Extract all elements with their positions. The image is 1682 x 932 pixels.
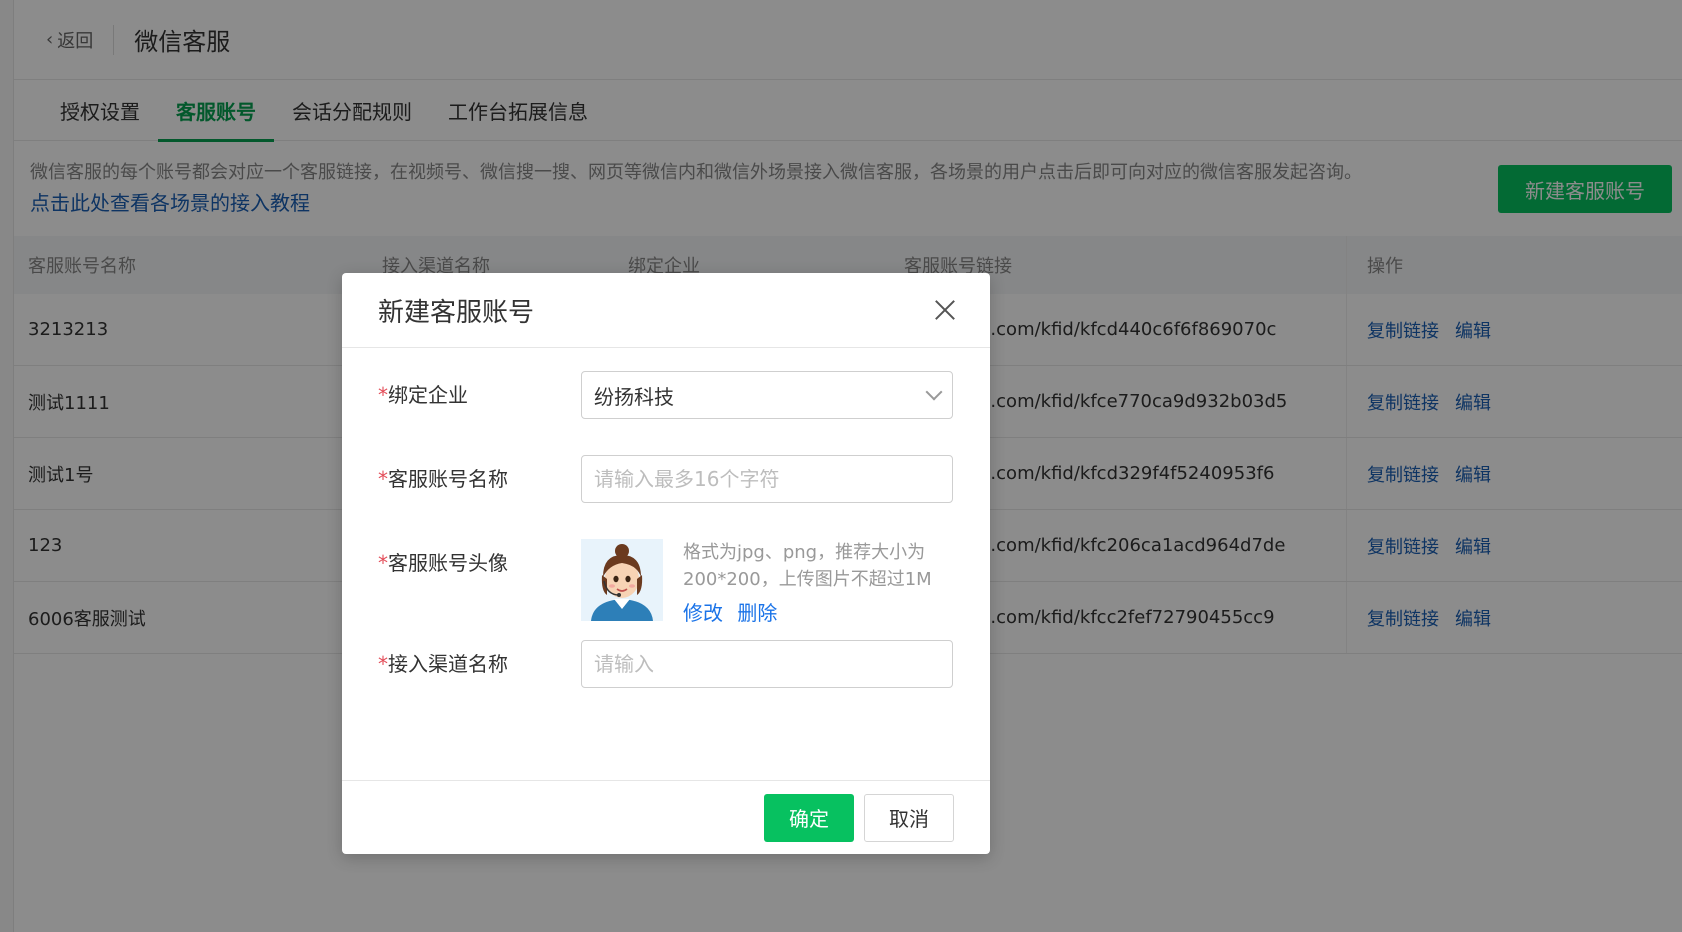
avatar (581, 539, 663, 621)
corp-select[interactable]: 纷扬科技 (581, 371, 953, 419)
chevron-down-icon (925, 383, 943, 401)
avatar-label: *客服账号头像 (378, 539, 581, 626)
new-account-dialog: 新建客服账号 *绑定企业 纷扬科技 *客服账号名称 *客服账号头像 (342, 273, 990, 854)
avatar-label-text: 客服账号头像 (388, 551, 508, 575)
confirm-button[interactable]: 确定 (764, 793, 854, 842)
avatar-hint: 格式为jpg、png，推荐大小为200*200，上传图片不超过1M (683, 542, 932, 590)
cancel-button[interactable]: 取消 (864, 793, 954, 842)
account-name-label: *客服账号名称 (378, 455, 581, 503)
channel-label: *接入渠道名称 (378, 640, 581, 688)
channel-input[interactable] (581, 640, 953, 688)
avatar-edit-button[interactable]: 修改 (683, 601, 723, 625)
form-row-avatar: *客服账号头像 格式为jpg、png，推荐大小为200*200，上传图片不超过1… (378, 539, 963, 626)
avatar-actions: 修改 删除 (683, 597, 963, 626)
corp-label-text: 绑定企业 (388, 383, 468, 407)
customer-service-avatar-icon (581, 539, 663, 621)
avatar-delete-button[interactable]: 删除 (737, 601, 777, 625)
dialog-title: 新建客服账号 (378, 297, 535, 328)
required-mark: * (378, 467, 388, 491)
corp-select-value: 纷扬科技 (594, 384, 674, 409)
required-mark: * (378, 383, 388, 407)
dialog-header: 新建客服账号 (342, 273, 990, 348)
avatar-side: 格式为jpg、png，推荐大小为200*200，上传图片不超过1M 修改 删除 (683, 539, 963, 626)
avatar-upload: 格式为jpg、png，推荐大小为200*200，上传图片不超过1M 修改 删除 (581, 539, 963, 626)
required-mark: * (378, 551, 388, 575)
dialog-footer: 确定 取消 (342, 780, 990, 854)
account-name-label-text: 客服账号名称 (388, 467, 508, 491)
channel-label-text: 接入渠道名称 (388, 652, 508, 676)
form-row-corp: *绑定企业 纷扬科技 (378, 371, 953, 419)
account-name-input[interactable] (581, 455, 953, 503)
corp-label: *绑定企业 (378, 371, 581, 419)
close-icon[interactable] (930, 295, 960, 325)
form-row-channel: *接入渠道名称 (378, 640, 953, 688)
required-mark: * (378, 652, 388, 676)
form-row-account-name: *客服账号名称 (378, 455, 953, 503)
